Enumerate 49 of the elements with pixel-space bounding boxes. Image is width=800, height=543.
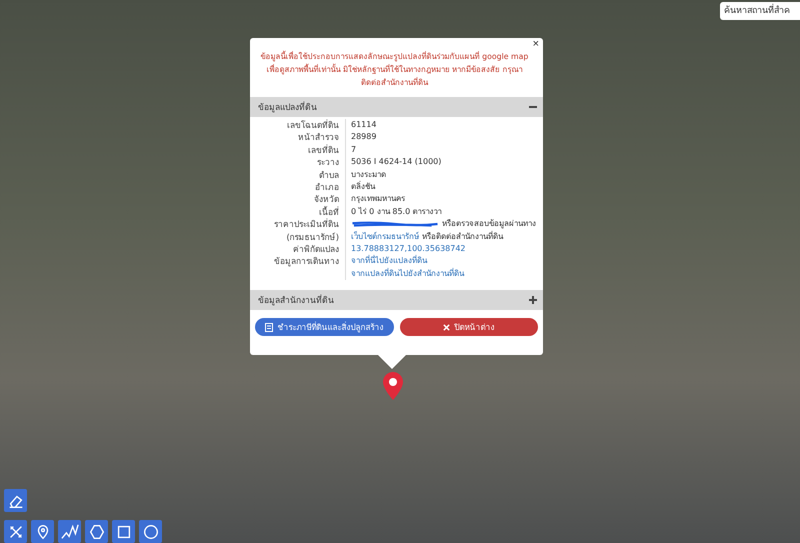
field-label: (กรมธนารักษ์)	[286, 232, 339, 242]
section-title: ข้อมูลสำนักงานที่ดิน	[258, 293, 334, 308]
link[interactable]: จากที่นี่ไปยังแปลงที่ดิน	[351, 255, 427, 268]
location-pin-icon	[383, 372, 403, 400]
field-value: หรือตรวจสอบข้อมูลผ่านทาง	[442, 218, 536, 230]
close-icon	[443, 324, 450, 331]
field-label: ข้อมูลการเดินทาง	[274, 256, 339, 266]
field-label: ราคาประเมินที่ดิน	[274, 219, 339, 230]
expand-icon[interactable]	[529, 296, 537, 304]
field-value: บางระมาด	[351, 168, 386, 181]
circle-icon	[142, 522, 160, 540]
field-value: 5036 I 4624-14 (1000)	[351, 156, 442, 168]
link[interactable]: 13.78883127,100.35638742	[351, 243, 466, 256]
field-value: 61114	[351, 119, 376, 131]
field-label: ค่าพิกัดแปลง	[293, 244, 339, 254]
section-title: ข้อมูลแปลงที่ดิน	[258, 100, 317, 114]
line-tool-button[interactable]	[58, 520, 81, 543]
link[interactable]: เว็บไซต์กรมธนารักษ์	[351, 230, 419, 244]
close-button[interactable]: ×	[532, 39, 539, 50]
field-value: 0 ไร่ 0 งาน 85.0 ตารางวา	[351, 206, 442, 218]
hexagon-icon	[88, 522, 106, 540]
field-label: เนื้อที่	[319, 206, 339, 217]
rectangle-tool-button[interactable]	[112, 520, 135, 543]
section-header[interactable]: ข้อมูลสำนักงานที่ดิน	[250, 290, 543, 310]
polygon-tool-button[interactable]	[85, 520, 108, 543]
ruler-tool-button[interactable]	[4, 520, 27, 543]
action-button[interactable]: ปิดหน้าต่าง	[400, 318, 538, 336]
field-value: หรือติดต่อสำนักงานที่ดิน	[422, 230, 503, 243]
field-label: จังหวัด	[314, 194, 339, 204]
circle-tool-button[interactable]	[139, 520, 162, 543]
pin-tool-button[interactable]	[31, 520, 54, 543]
action-button[interactable]: ชำระภาษีที่ดินและสิ่งปลูกสร้าง	[255, 318, 394, 336]
field-value: ตลิ่งชัน	[351, 181, 375, 194]
document-icon	[265, 322, 274, 332]
field-label: ตำบล	[319, 170, 339, 180]
search-field[interactable]: ค้นหาสถานที่สำค	[720, 2, 800, 20]
field-value: 28989	[351, 131, 376, 144]
field-label: เลขที่ดิน	[308, 144, 339, 155]
field-label: หน้าสำรวจ	[298, 132, 339, 142]
link[interactable]: จากแปลงที่ดินไปยังสำนักงานที่ดิน	[351, 268, 464, 280]
collapse-icon[interactable]	[529, 103, 537, 111]
section-header[interactable]: ข้อมูลแปลงที่ดิน	[250, 97, 543, 117]
eraser-tool-button[interactable]	[4, 489, 27, 512]
field-value: กรุงเทพมหานคร	[351, 193, 405, 206]
field-label: อำเภอ	[315, 182, 339, 192]
field-label: เลขโฉนดที่ดิน	[287, 120, 339, 130]
zigzag-line-icon	[60, 522, 78, 540]
field-label: ระวาง	[317, 157, 339, 168]
field-value: 7	[351, 144, 356, 156]
